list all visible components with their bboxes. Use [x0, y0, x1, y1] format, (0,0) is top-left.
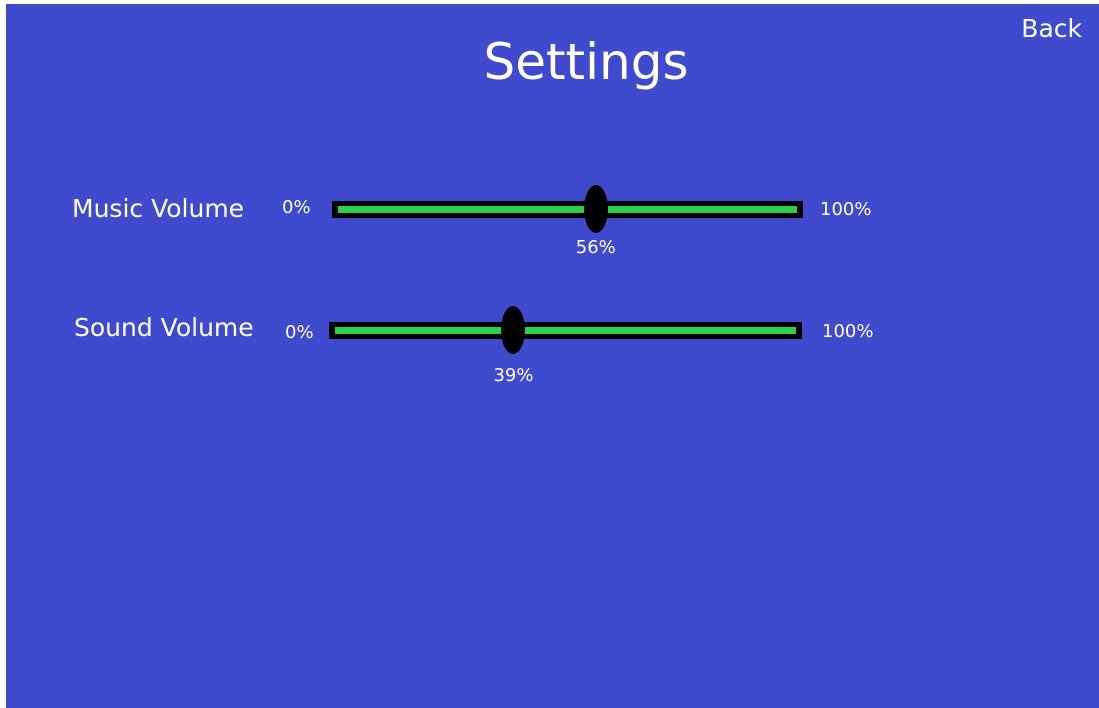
music-volume-min-label: 0%: [282, 197, 311, 218]
back-button[interactable]: Back: [1021, 14, 1082, 44]
sound-volume-label: Sound Volume: [74, 313, 254, 342]
music-volume-label: Music Volume: [72, 194, 245, 223]
page-title: Settings: [483, 33, 689, 91]
sound-volume-max-label: 100%: [822, 321, 874, 342]
sound-volume-min-label: 0%: [285, 322, 314, 343]
settings-screen: Settings Back Music Volume 0% 100% 56% S…: [6, 4, 1099, 708]
sound-volume-track-fill: [335, 327, 796, 334]
music-volume-slider[interactable]: [332, 185, 803, 233]
music-volume-max-label: 100%: [820, 199, 872, 220]
sound-volume-slider[interactable]: [329, 306, 802, 354]
sound-volume-value: 39%: [493, 365, 534, 386]
music-volume-track-fill: [338, 206, 797, 213]
sound-volume-thumb[interactable]: [501, 306, 526, 354]
music-volume-thumb[interactable]: [583, 185, 608, 233]
music-volume-value: 56%: [575, 237, 616, 258]
